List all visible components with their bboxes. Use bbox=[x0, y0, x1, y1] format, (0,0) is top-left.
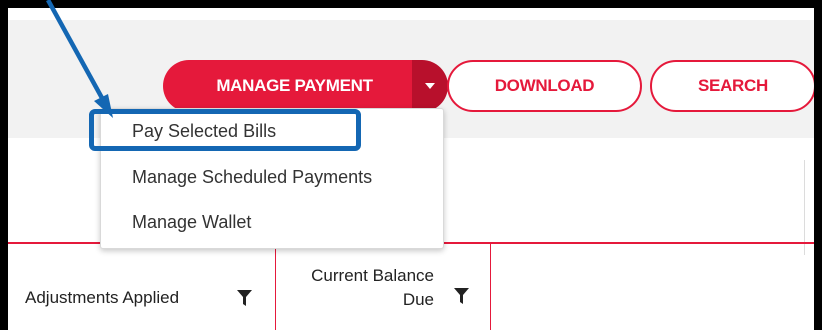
annotation-arrow-icon bbox=[46, 0, 113, 118]
